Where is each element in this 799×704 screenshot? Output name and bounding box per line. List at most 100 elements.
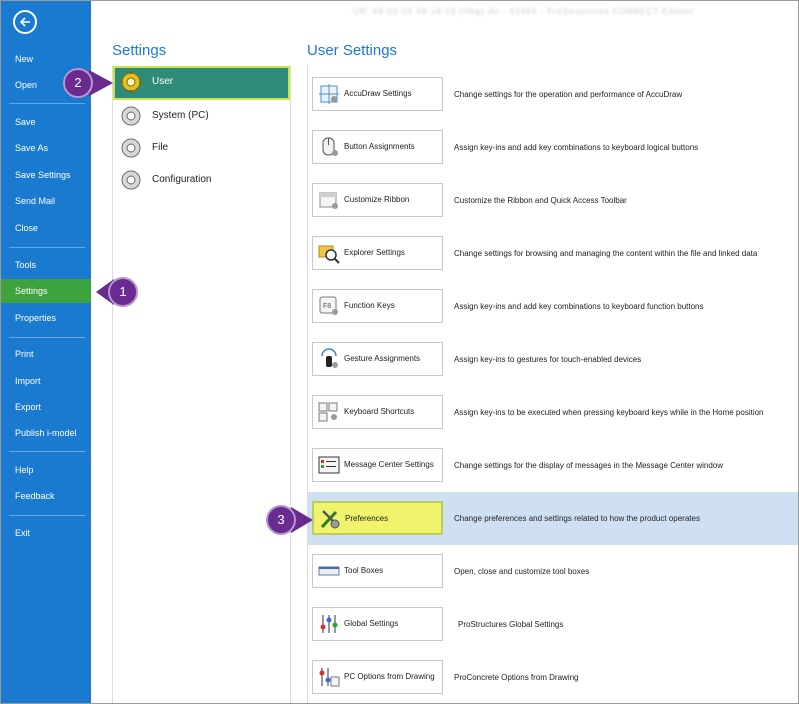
- setting-description: Assign key-ins to gestures for touch-ena…: [454, 355, 642, 364]
- button-label: Preferences: [345, 514, 389, 523]
- backstage-window: New Open Save Save As Save Settings Send…: [0, 0, 799, 704]
- keyboard-icon: [318, 402, 338, 422]
- nav-divider: [9, 337, 85, 338]
- pc-options-from-drawing-button[interactable]: PC Options from Drawing: [312, 660, 443, 694]
- backstage-nav: New Open Save Save As Save Settings Send…: [1, 1, 91, 703]
- gesture-assignments-button[interactable]: Gesture Assignments: [312, 342, 443, 376]
- nav-item-tools[interactable]: Tools: [1, 253, 91, 277]
- setting-description: Assign key-ins and add key combinations …: [454, 302, 704, 311]
- callout-number: 1: [108, 277, 138, 307]
- settings-item-configuration[interactable]: Configuration: [113, 164, 290, 196]
- settings-item-user[interactable]: User: [113, 66, 290, 100]
- preferences-icon: [320, 510, 340, 529]
- nav-item-feedback[interactable]: Feedback: [1, 484, 91, 508]
- button-label: Gesture Assignments: [344, 354, 421, 363]
- nav-divider: [9, 103, 85, 104]
- gear-icon: [121, 170, 141, 190]
- setting-description: Customize the Ribbon and Quick Access To…: [454, 196, 627, 205]
- gesture-icon: [321, 348, 338, 368]
- nav-item-save[interactable]: Save: [1, 110, 91, 134]
- callout-number: 2: [63, 68, 93, 98]
- setting-description: Change preferences and settings related …: [454, 514, 700, 523]
- settings-item-label: Configuration: [152, 174, 212, 185]
- user-setting-row-preferences: Preferences Change preferences and setti…: [308, 492, 798, 545]
- settings-item-label: User: [152, 76, 174, 87]
- nav-item-close[interactable]: Close: [1, 216, 91, 240]
- user-setting-row: AccuDraw Settings Change settings for th…: [308, 68, 798, 121]
- gear-icon: [121, 138, 141, 158]
- settings-category-list: User System (PC) File Configuration: [112, 65, 291, 703]
- user-setting-row: F8 Function Keys Assign key-ins and add …: [308, 280, 798, 333]
- nav-item-exit[interactable]: Exit: [1, 521, 91, 545]
- global-settings-icon: [320, 615, 338, 633]
- accudraw-settings-button[interactable]: AccuDraw Settings: [312, 77, 443, 111]
- nav-item-print[interactable]: Print: [1, 342, 91, 366]
- settings-heading: Settings: [112, 42, 167, 59]
- user-settings-list: AccuDraw Settings Change settings for th…: [307, 65, 798, 703]
- user-settings-heading: User Settings: [307, 42, 398, 59]
- gear-icon: [120, 71, 142, 93]
- function-key-icon: F8: [319, 296, 338, 315]
- explorer-settings-button[interactable]: Explorer Settings: [312, 236, 443, 270]
- nav-item-save-as[interactable]: Save As: [1, 136, 91, 160]
- button-label: Explorer Settings: [344, 248, 405, 257]
- user-setting-row: Message Center Settings Change settings …: [308, 439, 798, 492]
- toolbox-icon: [318, 566, 340, 576]
- settings-item-file[interactable]: File: [113, 132, 290, 164]
- nav-divider: [9, 247, 85, 248]
- user-setting-row: Customize Ribbon Customize the Ribbon an…: [308, 174, 798, 227]
- settings-item-label: File: [152, 142, 169, 153]
- button-label: Customize Ribbon: [344, 195, 410, 204]
- button-assignments-button[interactable]: Button Assignments: [312, 130, 443, 164]
- settings-item-system-pc[interactable]: System (PC): [113, 100, 290, 132]
- setting-description: Change settings for the operation and pe…: [454, 90, 683, 99]
- user-setting-row: Tool Boxes Open, close and customize too…: [308, 545, 798, 598]
- button-label: Button Assignments: [344, 142, 415, 151]
- nav-divider: [9, 515, 85, 516]
- gear-icon: [121, 106, 141, 126]
- back-arrow-icon: [19, 17, 30, 27]
- nav-item-help[interactable]: Help: [1, 458, 91, 482]
- button-label: Function Keys: [344, 301, 395, 310]
- ribbon-icon: [319, 192, 338, 209]
- setting-description: Assign key-ins and add key combinations …: [454, 143, 699, 152]
- nav-item-properties[interactable]: Properties: [1, 306, 91, 330]
- global-settings-button[interactable]: Global Settings: [312, 607, 443, 641]
- user-setting-row: Gesture Assignments Assign key-ins to ge…: [308, 333, 798, 386]
- setting-description: Change settings for the display of messa…: [454, 461, 724, 470]
- nav-item-send-mail[interactable]: Send Mail: [1, 189, 91, 213]
- svg-text:F8: F8: [323, 303, 331, 310]
- back-button[interactable]: [13, 10, 37, 34]
- setting-description: Assign key-ins to be executed when press…: [454, 408, 764, 417]
- message-center-settings-button[interactable]: Message Center Settings: [312, 448, 443, 482]
- user-setting-row: PC Options from Drawing ProConcrete Opti…: [308, 651, 798, 703]
- setting-description: Open, close and customize tool boxes: [454, 567, 590, 576]
- button-label: Tool Boxes: [344, 566, 384, 575]
- button-label: AccuDraw Settings: [344, 89, 412, 98]
- function-keys-button[interactable]: F8 Function Keys: [312, 289, 443, 323]
- tool-boxes-button[interactable]: Tool Boxes: [312, 554, 443, 588]
- nav-item-export[interactable]: Export: [1, 395, 91, 419]
- accudraw-icon: [319, 84, 339, 104]
- preferences-button[interactable]: Preferences: [312, 501, 443, 535]
- title-bar: UR: 08-01-05 08-18-19 (Hbg) 3U - 01456 -…: [91, 1, 798, 29]
- user-setting-row: Global Settings ProStructures Global Set…: [308, 598, 798, 651]
- window-title: UR: 08-01-05 08-18-19 (Hbg) 3U - 01456 -…: [353, 7, 694, 16]
- user-setting-row: Button Assignments Assign key-ins and ad…: [308, 121, 798, 174]
- message-center-icon: [318, 456, 340, 474]
- keyboard-shortcuts-button[interactable]: Keyboard Shortcuts: [312, 395, 443, 429]
- explorer-icon: [318, 245, 340, 264]
- nav-item-settings[interactable]: Settings: [1, 279, 91, 303]
- settings-item-label: System (PC): [152, 110, 209, 121]
- setting-description: ProConcrete Options from Drawing: [454, 673, 579, 682]
- customize-ribbon-button[interactable]: Customize Ribbon: [312, 183, 443, 217]
- nav-item-publish-i-model[interactable]: Publish i-model: [1, 421, 91, 445]
- mouse-icon: [322, 137, 338, 156]
- nav-divider: [9, 451, 85, 452]
- setting-description: ProStructures Global Settings: [458, 620, 564, 629]
- user-setting-row: Keyboard Shortcuts Assign key-ins to be …: [308, 386, 798, 439]
- button-label: Global Settings: [344, 619, 399, 628]
- user-setting-row: Explorer Settings Change settings for br…: [308, 227, 798, 280]
- nav-item-save-settings[interactable]: Save Settings: [1, 163, 91, 187]
- nav-item-import[interactable]: Import: [1, 369, 91, 393]
